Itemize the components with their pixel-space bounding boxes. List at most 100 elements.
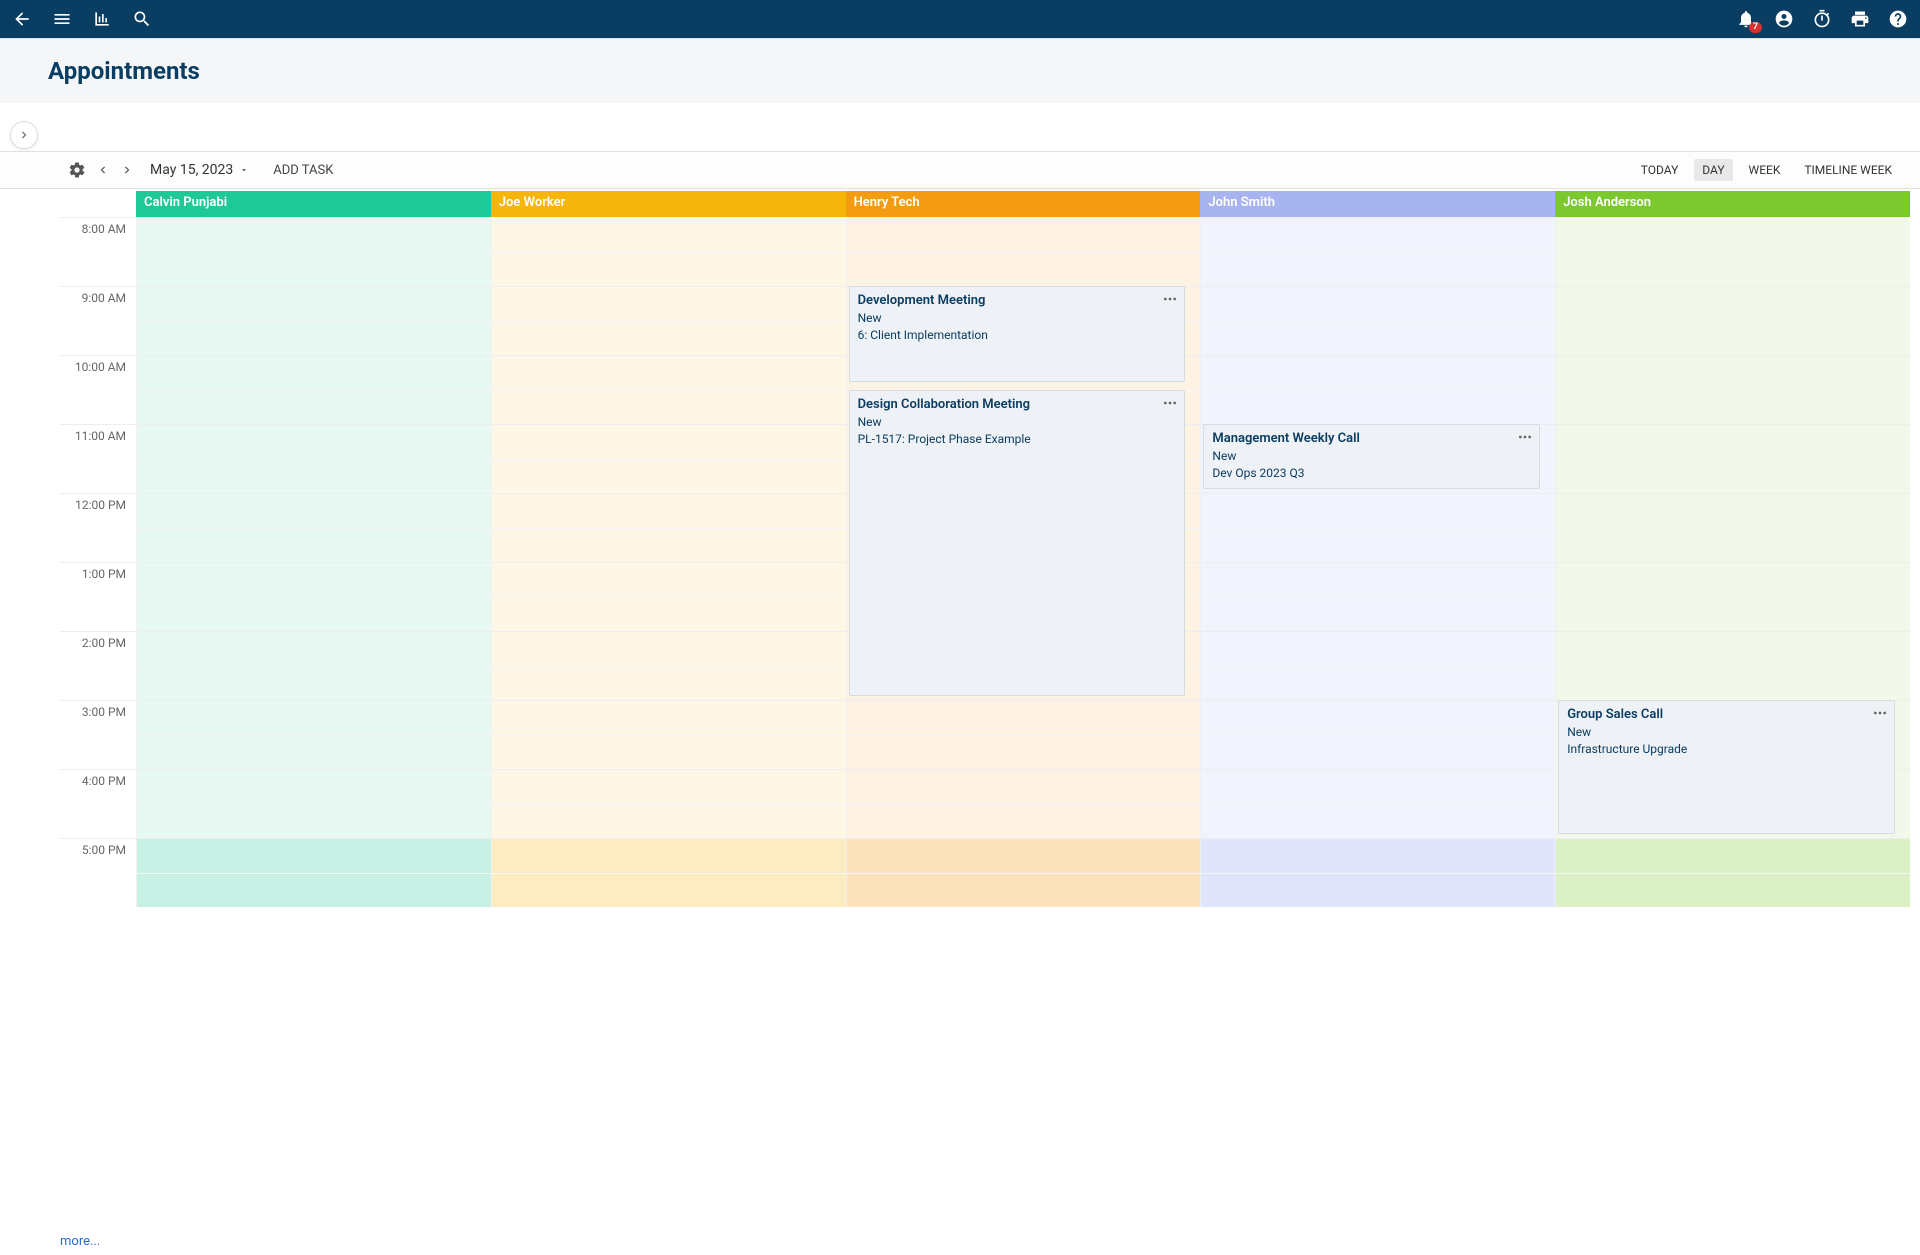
calendar-cell[interactable] <box>846 839 1201 907</box>
print-icon[interactable] <box>1848 7 1872 31</box>
time-label: 1:00 PM <box>60 563 136 631</box>
appointment-card[interactable]: Design Collaboration MeetingNewPL-1517: … <box>849 390 1186 697</box>
calendar-cell[interactable] <box>1555 632 1910 700</box>
bell-icon[interactable]: 7 <box>1734 7 1758 31</box>
event-more-icon[interactable] <box>1162 291 1178 311</box>
menu-icon[interactable] <box>50 7 74 31</box>
calendar-cell[interactable] <box>1555 218 1910 286</box>
calendar-cell[interactable] <box>846 701 1201 769</box>
calendar-cell[interactable] <box>491 632 846 700</box>
calendar-cell[interactable] <box>1200 287 1555 355</box>
resource-header[interactable]: Henry Tech <box>846 191 1201 217</box>
event-status: New <box>858 415 1177 429</box>
calendar-cell[interactable] <box>136 287 491 355</box>
topbar-right: 7 <box>1734 7 1910 31</box>
calendar-cell[interactable] <box>846 218 1201 286</box>
calendar-cell[interactable] <box>136 218 491 286</box>
time-label: 3:00 PM <box>60 701 136 769</box>
time-label: 10:00 AM <box>60 356 136 424</box>
resource-header[interactable]: Joe Worker <box>491 191 846 217</box>
calendar-cell[interactable] <box>1555 356 1910 424</box>
resource-header[interactable]: Josh Anderson <box>1555 191 1910 217</box>
chevron-down-icon <box>239 165 249 175</box>
calendar-cell[interactable] <box>136 356 491 424</box>
time-row: 8:00 AM <box>60 217 1910 286</box>
back-icon[interactable] <box>10 7 34 31</box>
expand-sidebar-button[interactable] <box>10 121 38 149</box>
calendar-cell[interactable] <box>136 701 491 769</box>
calendar-cell[interactable] <box>1200 356 1555 424</box>
calendar-cell[interactable] <box>491 287 846 355</box>
appointment-card[interactable]: Group Sales CallNewInfrastructure Upgrad… <box>1558 700 1895 834</box>
calendar-cell[interactable] <box>491 425 846 493</box>
event-more-icon[interactable] <box>1162 395 1178 415</box>
time-label: 8:00 AM <box>60 218 136 286</box>
appointment-card[interactable]: Development MeetingNew6: Client Implemen… <box>849 286 1186 382</box>
calendar-cell[interactable] <box>1200 563 1555 631</box>
calendar-cell[interactable] <box>1200 632 1555 700</box>
timer-icon[interactable] <box>1810 7 1834 31</box>
event-title: Group Sales Call <box>1567 707 1886 722</box>
search-icon[interactable] <box>130 7 154 31</box>
appointment-card[interactable]: Management Weekly CallNewDev Ops 2023 Q3 <box>1203 424 1540 489</box>
event-more-icon[interactable] <box>1872 705 1888 725</box>
time-label: 12:00 PM <box>60 494 136 562</box>
topbar: 7 <box>0 0 1920 38</box>
help-icon[interactable] <box>1886 7 1910 31</box>
next-arrow-icon[interactable] <box>120 163 134 177</box>
calendar-cell[interactable] <box>1555 839 1910 907</box>
calendar-controls: May 15, 2023 ADD TASK TODAY DAY WEEK TIMELI… <box>0 151 1920 189</box>
gear-icon[interactable] <box>68 161 86 179</box>
event-title: Development Meeting <box>858 293 1177 308</box>
calendar-cell[interactable] <box>491 563 846 631</box>
time-label: 4:00 PM <box>60 770 136 838</box>
calendar-cell[interactable] <box>491 494 846 562</box>
time-label: 2:00 PM <box>60 632 136 700</box>
page-body: Appointments May 15, 2023 ADD TASK TODAY… <box>0 38 1920 1255</box>
prev-arrow-icon[interactable] <box>96 163 110 177</box>
calendar-section: May 15, 2023 ADD TASK TODAY DAY WEEK TIMELI… <box>0 151 1920 1255</box>
add-task-button[interactable]: ADD TASK <box>273 163 333 178</box>
page-header: Appointments <box>0 39 1920 103</box>
event-status: New <box>858 311 1177 325</box>
calendar-cell[interactable] <box>1200 701 1555 769</box>
user-icon[interactable] <box>1772 7 1796 31</box>
calendar-cell[interactable] <box>491 701 846 769</box>
event-more-icon[interactable] <box>1517 429 1533 449</box>
event-subtitle: Infrastructure Upgrade <box>1567 742 1886 756</box>
calendar-cell[interactable] <box>1555 563 1910 631</box>
resource-header[interactable]: John Smith <box>1200 191 1555 217</box>
calendar-cell[interactable] <box>491 770 846 838</box>
view-btn-week[interactable]: WEEK <box>1741 159 1789 181</box>
view-btn-timeline-week[interactable]: TIMELINE WEEK <box>1796 159 1900 181</box>
calendar-cell[interactable] <box>136 494 491 562</box>
calendar-cell[interactable] <box>491 839 846 907</box>
calendar-cell[interactable] <box>136 425 491 493</box>
calendar-scroll[interactable]: Calvin PunjabiJoe WorkerHenry TechJohn S… <box>60 191 1910 1255</box>
view-btn-day[interactable]: DAY <box>1694 159 1732 181</box>
calendar-cell[interactable] <box>136 770 491 838</box>
view-btn-today[interactable]: TODAY <box>1633 159 1687 181</box>
calendar-cell[interactable] <box>1200 770 1555 838</box>
more-link[interactable]: more... <box>60 1234 100 1249</box>
time-gutter-header <box>60 191 136 217</box>
chart-icon[interactable] <box>90 7 114 31</box>
calendar-cell[interactable] <box>136 563 491 631</box>
calendar-cell[interactable] <box>1555 425 1910 493</box>
date-selector[interactable]: May 15, 2023 <box>144 158 255 182</box>
calendar-cell[interactable] <box>1200 218 1555 286</box>
calendar-cell[interactable] <box>491 356 846 424</box>
calendar-cell[interactable] <box>1200 839 1555 907</box>
calendar-cell[interactable] <box>136 632 491 700</box>
calendar-cell[interactable] <box>136 839 491 907</box>
calendar-cell[interactable] <box>1200 494 1555 562</box>
event-status: New <box>1212 449 1531 463</box>
time-label: 11:00 AM <box>60 425 136 493</box>
calendar-cell[interactable] <box>846 770 1201 838</box>
resource-header[interactable]: Calvin Punjabi <box>136 191 491 217</box>
calendar-cell[interactable] <box>1555 494 1910 562</box>
calendar-cell[interactable] <box>1555 287 1910 355</box>
event-subtitle: PL-1517: Project Phase Example <box>858 432 1177 446</box>
calendar-cell[interactable] <box>491 218 846 286</box>
controls-left: May 15, 2023 ADD TASK <box>68 158 333 182</box>
